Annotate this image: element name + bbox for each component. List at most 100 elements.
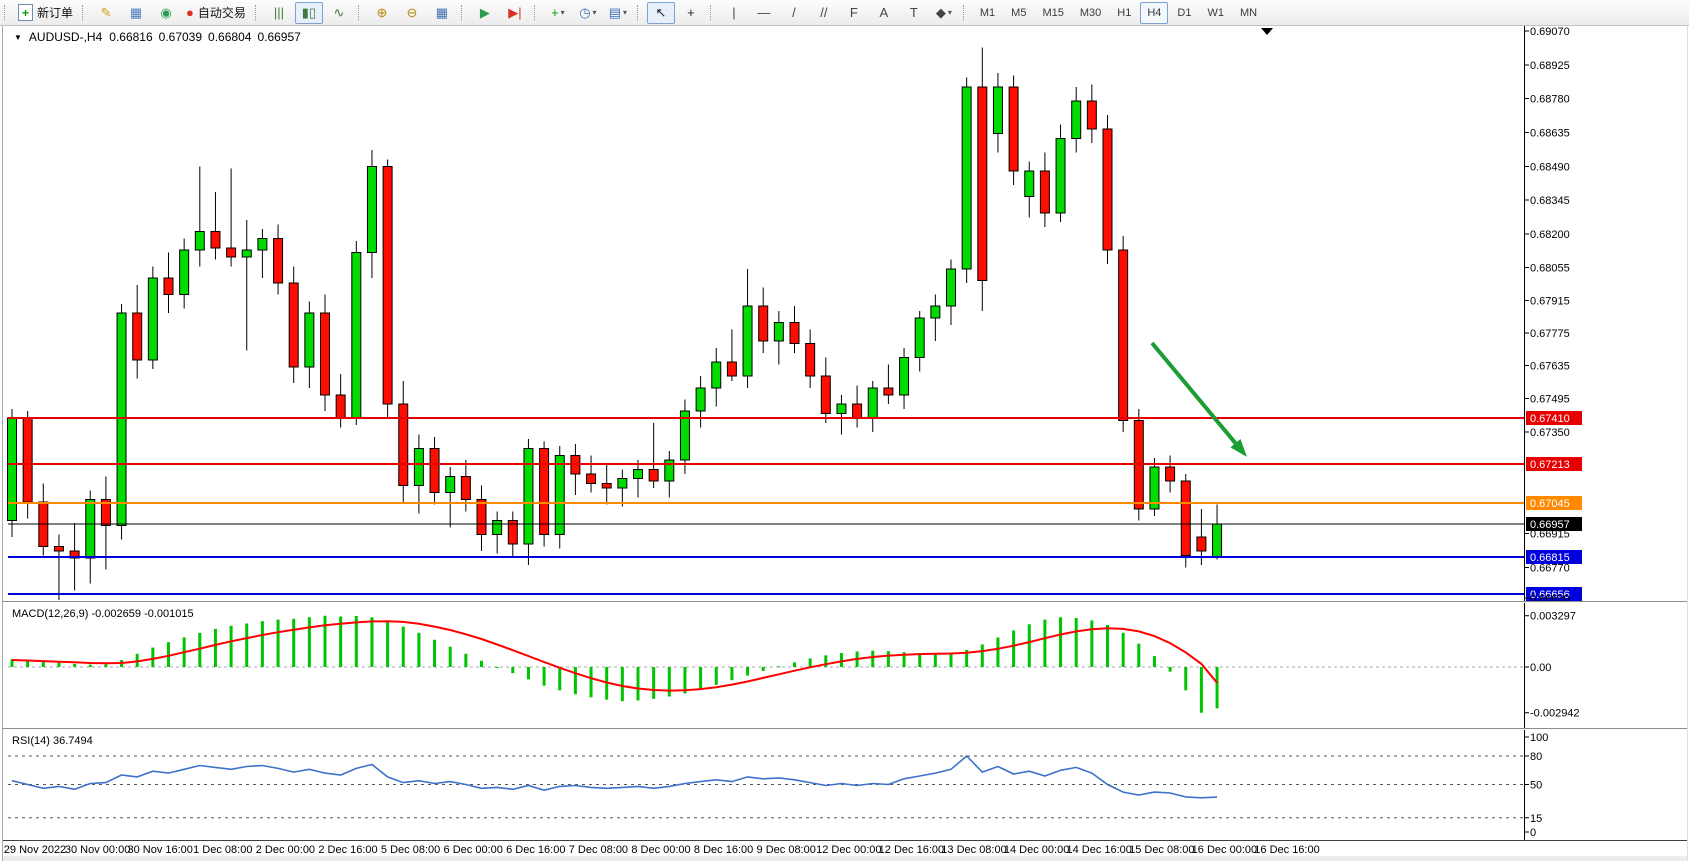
bear-candle — [587, 474, 596, 484]
chart-collapse-icon[interactable]: ▼ — [14, 33, 22, 42]
macd-histogram-bar — [730, 667, 733, 680]
chart-shift-button[interactable]: ▶| — [501, 2, 529, 24]
crosshair-button[interactable]: + — [677, 2, 705, 24]
bull-candle — [618, 479, 627, 489]
bear-candle — [1119, 250, 1128, 421]
bear-candle — [274, 239, 283, 284]
new-order-button[interactable]: +新订单 — [14, 2, 77, 24]
chart-title-bar: ▼ AUDUSD-,H4 0.66816 0.67039 0.66804 0.6… — [14, 30, 301, 44]
bear-candle — [978, 87, 987, 281]
macd-histogram-bar — [230, 626, 233, 667]
auto-scroll-button[interactable]: ▶ — [471, 2, 499, 24]
market-watch-button[interactable]: ▦ — [122, 2, 150, 24]
macd-histogram-bar — [950, 653, 953, 667]
toolbar-grip — [255, 5, 261, 21]
bear-candle — [164, 278, 173, 295]
macd-histogram-bar — [1090, 620, 1093, 667]
bull-candle — [1213, 524, 1222, 557]
bull-candle — [493, 521, 502, 535]
bull-candle — [446, 477, 455, 493]
bear-candle — [336, 395, 345, 418]
price-axis-tick-label: 0.67350 — [1530, 427, 1570, 439]
horizontal-line-button-icon: — — [757, 6, 770, 19]
channel-button[interactable]: // — [810, 2, 838, 24]
indicators-button-icon: + — [551, 6, 559, 19]
cursor-button[interactable]: ↖ — [647, 2, 675, 24]
timeframe-m15[interactable]: M15 — [1035, 2, 1070, 24]
toolbar-grip — [710, 5, 716, 21]
arrows-button[interactable]: ◆▾ — [930, 2, 958, 24]
timeframe-m1[interactable]: M1 — [973, 2, 1002, 24]
chevron-down-icon: ▾ — [593, 8, 597, 17]
macd-histogram-bar — [809, 658, 812, 667]
timeframe-m30[interactable]: M30 — [1073, 2, 1108, 24]
vertical-line-button[interactable]: | — [720, 2, 748, 24]
bull-candle — [180, 250, 189, 295]
metaeditor-button[interactable]: ✎ — [92, 2, 120, 24]
timeframe-w1[interactable]: W1 — [1200, 2, 1231, 24]
bull-candle — [900, 358, 909, 396]
macd-histogram-bar — [464, 654, 467, 667]
auto-trading-button[interactable]: ●自动交易 — [182, 2, 250, 24]
template-button-icon: ▤ — [609, 6, 621, 19]
line-chart-button-icon: ∿ — [333, 6, 344, 19]
time-axis-label: 29 Nov 2022 — [4, 844, 66, 856]
period-button[interactable]: ◷▾ — [574, 2, 602, 24]
horizontal-line-button[interactable]: — — [750, 2, 778, 24]
candlestick-chart-button-icon: ▮▯ — [302, 6, 316, 19]
text-button[interactable]: A — [870, 2, 898, 24]
bull-candle — [993, 87, 1002, 134]
open-value: 0.66816 — [109, 30, 152, 44]
macd-histogram-bar — [1169, 667, 1172, 672]
fibonacci-button[interactable]: F — [840, 2, 868, 24]
toolbar-grip — [534, 5, 540, 21]
vertical-line-button-icon: | — [732, 6, 735, 19]
period-button-icon: ◷ — [579, 6, 590, 19]
time-axis-label: 30 Nov 16:00 — [127, 844, 192, 856]
bull-candle — [743, 306, 752, 376]
trendline-button[interactable]: / — [780, 2, 808, 24]
application-window: +新订单✎▦◉●自动交易|||▮▯∿⊕⊖▦▶▶|+▾◷▾▤▾↖+|—///FAT… — [0, 0, 1689, 862]
template-button[interactable]: ▤▾ — [604, 2, 632, 24]
zoom-out-button[interactable]: ⊖ — [398, 2, 426, 24]
timeframe-h1[interactable]: H1 — [1110, 2, 1138, 24]
macd-histogram-bar — [386, 621, 389, 667]
macd-histogram-bar — [449, 647, 452, 667]
candlestick-chart-button[interactable]: ▮▯ — [295, 2, 323, 24]
time-axis-label: 5 Dec 08:00 — [381, 844, 440, 856]
macd-histogram-bar — [1106, 625, 1109, 667]
bull-candle — [352, 253, 361, 419]
chart-canvas[interactable]: 0.674100.672130.670450.669570.668150.666… — [0, 0, 1689, 862]
signals-button-icon: ◉ — [160, 6, 171, 19]
timeframe-d1[interactable]: D1 — [1170, 2, 1198, 24]
macd-axis-label: -0.002942 — [1530, 708, 1580, 720]
macd-histogram-bar — [496, 667, 499, 668]
timeframe-m5[interactable]: M5 — [1004, 2, 1033, 24]
bear-candle — [1166, 467, 1175, 481]
chart-symbol-period: AUDUSD-,H4 — [29, 30, 102, 44]
line-chart-button[interactable]: ∿ — [325, 2, 353, 24]
price-axis-tick-label: 0.66915 — [1530, 529, 1570, 541]
macd-histogram-bar — [417, 633, 420, 667]
bear-candle — [1197, 537, 1206, 551]
timeframe-mn[interactable]: MN — [1233, 2, 1264, 24]
macd-histogram-bar — [871, 651, 874, 667]
signals-button[interactable]: ◉ — [152, 2, 180, 24]
timeframe-h4[interactable]: H4 — [1140, 2, 1168, 24]
toolbar-grip — [358, 5, 364, 21]
bull-candle — [242, 250, 251, 257]
indicators-button[interactable]: +▾ — [544, 2, 572, 24]
macd-histogram-bar — [746, 667, 749, 676]
tile-windows-button[interactable]: ▦ — [428, 2, 456, 24]
chevron-down-icon: ▾ — [561, 8, 565, 17]
chart-window-background — [0, 25, 1689, 862]
macd-histogram-bar — [574, 667, 577, 694]
bar-chart-button-icon: ||| — [274, 6, 284, 19]
bull-candle — [195, 232, 204, 251]
macd-histogram-bar — [1122, 633, 1125, 667]
label-button[interactable]: T — [900, 2, 928, 24]
bear-candle — [54, 547, 63, 552]
bar-chart-button[interactable]: ||| — [265, 2, 293, 24]
zoom-in-button[interactable]: ⊕ — [368, 2, 396, 24]
zoom-out-button-icon: ⊖ — [406, 6, 417, 19]
